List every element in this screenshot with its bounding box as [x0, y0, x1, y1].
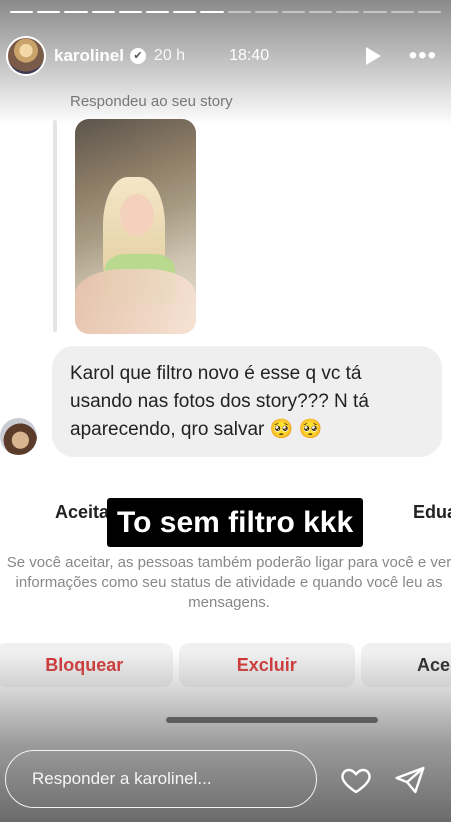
story-header: karolinel ✔ 20 h 18:40 •••	[6, 34, 441, 78]
message-bubble: Karol que filtro novo é esse q vc tá usa…	[52, 346, 442, 457]
username[interactable]: karolinel	[54, 46, 124, 66]
progress-segment	[363, 11, 387, 13]
story-viewer: karolinel ✔ 20 h 18:40 ••• Respondeu ao …	[0, 0, 451, 822]
progress-segment	[200, 11, 224, 13]
story-text-overlay: To sem filtro kkk	[107, 498, 364, 547]
profile-avatar[interactable]	[6, 36, 46, 76]
reply-input[interactable]	[5, 750, 317, 808]
heart-icon[interactable]	[339, 764, 373, 796]
progress-segment	[10, 11, 34, 13]
progress-segment	[64, 11, 88, 13]
send-icon[interactable]	[393, 764, 427, 796]
posted-time: 20 h	[153, 47, 186, 64]
progress-segment	[118, 11, 142, 13]
progress-segment	[227, 11, 251, 13]
progress-segment	[145, 11, 170, 13]
replied-to-story-label: Respondeu ao seu story	[70, 93, 233, 110]
quote-indicator	[53, 120, 57, 332]
more-options-icon[interactable]: •••	[409, 44, 437, 68]
play-icon[interactable]	[365, 47, 381, 65]
request-info-text: Se você aceitar, as pessoas também poder…	[6, 554, 451, 611]
progress-segment	[254, 11, 278, 13]
progress-segment	[91, 11, 115, 13]
progress-segment	[37, 11, 61, 13]
progress-segment	[281, 11, 306, 13]
progress-segment	[417, 11, 441, 13]
thumbnail-face-shape	[120, 194, 154, 236]
story-thumbnail[interactable]	[75, 119, 196, 334]
progress-segment	[309, 11, 333, 13]
progress-segment	[336, 11, 360, 13]
thumbnail-arm-shape	[75, 269, 196, 334]
progress-segment	[390, 11, 414, 13]
story-progress-bar	[10, 11, 441, 13]
progress-segment	[173, 11, 197, 13]
name-partial-text: Eduar	[413, 502, 451, 522]
clock-time: 18:40	[229, 47, 270, 64]
sender-avatar[interactable]	[0, 418, 37, 455]
verified-badge-icon: ✔	[129, 48, 146, 64]
home-indicator	[166, 717, 378, 723]
